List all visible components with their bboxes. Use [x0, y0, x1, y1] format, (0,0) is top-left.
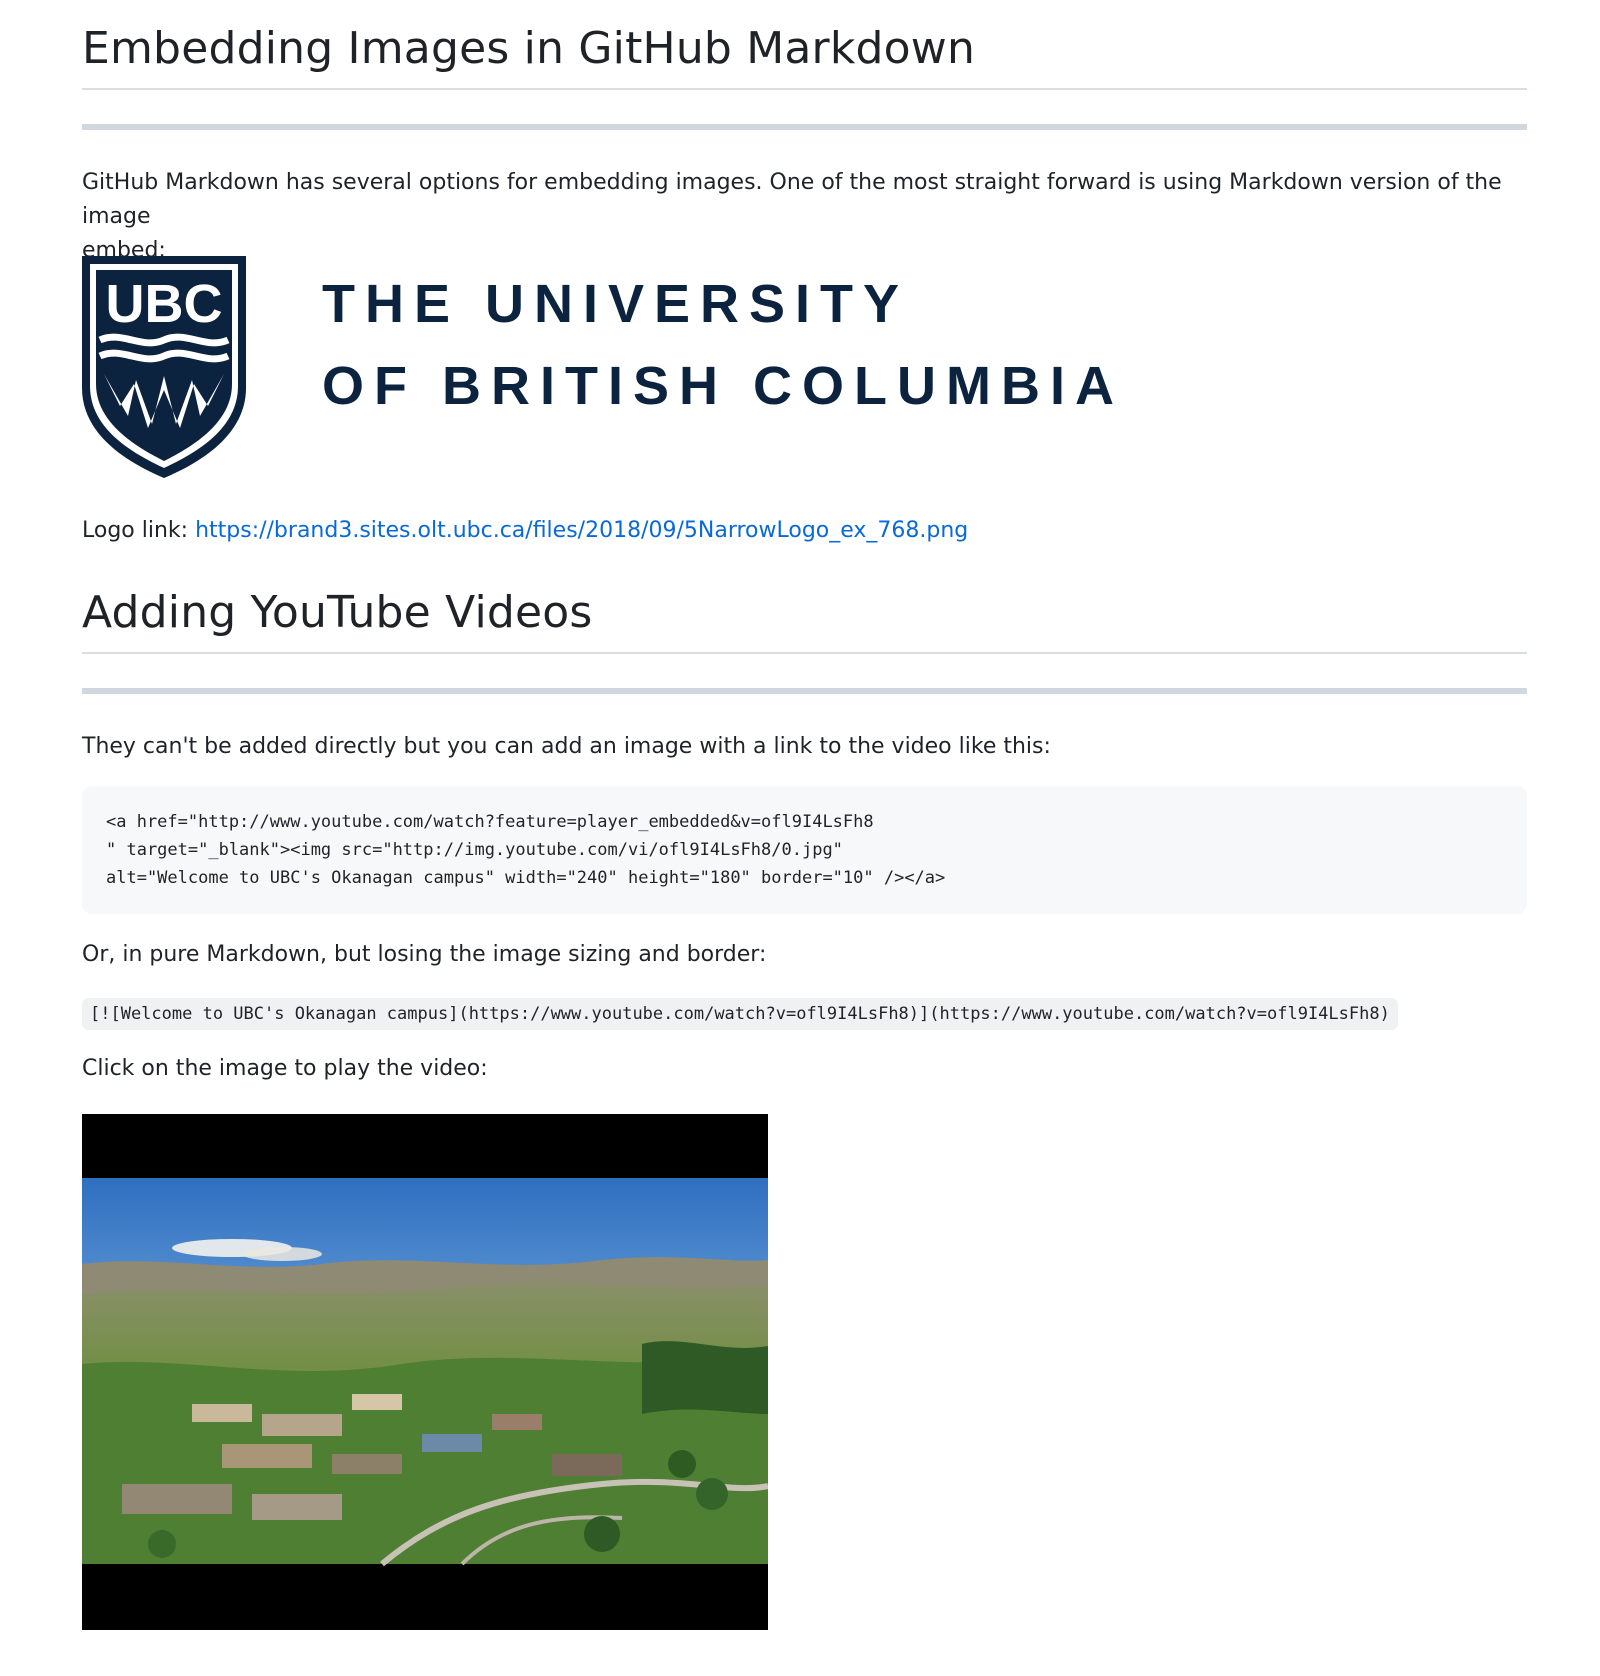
heading-embedding-images: Embedding Images in GitHub Markdown — [82, 23, 976, 74]
markdown-inline-code: [![Welcome to UBC's Okanagan campus](htt… — [82, 998, 1398, 1030]
ubc-wordmark-line-1: THE UNIVERSITY — [322, 274, 909, 334]
html-code-block: <a href="http://www.youtube.com/watch?fe… — [82, 786, 1527, 914]
ubc-logo: UBC THE UNIVERSITY OF BRITISH COLUMBIA — [82, 256, 1124, 478]
markdown-intro-paragraph: Or, in pure Markdown, but losing the ima… — [82, 942, 767, 967]
logo-link[interactable]: https://brand3.sites.olt.ubc.ca/files/20… — [195, 518, 968, 543]
markdown-article: Embedding Images in GitHub Markdown GitH… — [0, 0, 1600, 1676]
code-line: alt="Welcome to UBC's Okanagan campus" w… — [106, 868, 946, 888]
intro-paragraph: GitHub Markdown has several options for … — [82, 166, 1542, 268]
ubc-shield-icon: UBC — [82, 256, 246, 478]
horizontal-rule — [82, 688, 1527, 694]
horizontal-rule — [82, 124, 1527, 130]
code-line: " target="_blank"><img src="http://img.y… — [106, 840, 843, 860]
youtube-intro-paragraph: They can't be added directly but you can… — [82, 734, 1051, 759]
logo-link-label: Logo link: — [82, 518, 189, 543]
heading-adding-youtube-videos: Adding YouTube Videos — [82, 587, 593, 638]
code-content: <a href="http://www.youtube.com/watch?fe… — [106, 808, 1503, 892]
okanagan-campus-aerial-image — [82, 1114, 769, 1630]
ubc-logo-image: UBC THE UNIVERSITY OF BRITISH COLUMBIA — [82, 256, 1142, 478]
intro-line-1: GitHub Markdown has several options for … — [82, 170, 1502, 229]
ubc-wordmark-line-2: OF BRITISH COLUMBIA — [322, 356, 1124, 416]
heading-underline — [82, 652, 1527, 654]
svg-text:UBC: UBC — [106, 274, 223, 334]
logo-link-paragraph: Logo link: https://brand3.sites.olt.ubc.… — [82, 514, 968, 548]
code-line: <a href="http://www.youtube.com/watch?fe… — [106, 812, 874, 832]
video-thumbnail-link[interactable] — [82, 1114, 769, 1630]
click-intro-paragraph: Click on the image to play the video: — [82, 1056, 488, 1081]
heading-underline — [82, 88, 1527, 90]
